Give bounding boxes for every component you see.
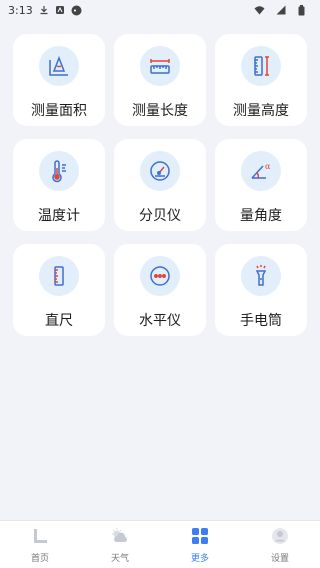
tool-label: 量角度 [240, 208, 282, 224]
ruler-icon [39, 256, 79, 296]
status-bar: 3:13 [0, 0, 320, 20]
weather-icon [110, 526, 130, 546]
decibel-gauge-icon [140, 151, 180, 191]
nav-home[interactable]: 首页 [0, 526, 80, 564]
svg-text:α: α [265, 162, 271, 171]
nav-label: 更多 [190, 553, 209, 564]
tool-label: 温度计 [38, 208, 80, 224]
signal-icon [275, 5, 286, 16]
more-grid-icon [190, 526, 210, 546]
status-time: 3:13 [8, 3, 33, 17]
tool-measure-height[interactable]: 测量高度 [215, 34, 307, 126]
settings-user-icon [270, 526, 290, 546]
app-notification-icon [55, 5, 66, 16]
tool-thermometer[interactable]: 温度计 [13, 139, 105, 231]
nav-settings[interactable]: 设置 [240, 526, 320, 564]
tool-label: 测量长度 [132, 103, 188, 119]
tool-label: 分贝仪 [139, 208, 181, 224]
length-measure-icon [140, 46, 180, 86]
download-icon [39, 5, 50, 16]
tool-ruler[interactable]: 直尺 [13, 244, 105, 336]
home-ruler-icon [30, 526, 50, 546]
tool-measure-length[interactable]: 测量长度 [114, 34, 206, 126]
level-icon [140, 256, 180, 296]
nav-label: 首页 [30, 553, 49, 564]
tool-label: 水平仪 [139, 313, 181, 329]
tool-decibel-meter[interactable]: 分贝仪 [114, 139, 206, 231]
battery-icon [296, 4, 307, 16]
tool-measure-area[interactable]: 测量面积 [13, 34, 105, 126]
tool-label: 测量高度 [233, 103, 289, 119]
nav-weather[interactable]: 天气 [80, 526, 160, 564]
tools-grid: 测量面积 测量长度 测量高度 温度计 分贝仪 α 量角度 直尺 水平仪 手电筒 [13, 34, 307, 336]
tool-flashlight[interactable]: 手电筒 [215, 244, 307, 336]
game-notification-icon [71, 5, 82, 16]
tool-label: 直尺 [45, 313, 73, 329]
thermometer-icon [39, 151, 79, 191]
tool-label: 手电筒 [240, 313, 282, 329]
nav-label: 天气 [110, 553, 129, 564]
tool-angle[interactable]: α 量角度 [215, 139, 307, 231]
flashlight-icon [241, 256, 281, 296]
area-measure-icon [39, 46, 79, 86]
nav-label: 设置 [270, 553, 289, 564]
height-measure-icon [241, 46, 281, 86]
bottom-nav: 首页 天气 更多 设置 [0, 520, 320, 568]
angle-icon: α [241, 151, 281, 191]
wifi-icon [254, 5, 265, 16]
tool-level[interactable]: 水平仪 [114, 244, 206, 336]
tool-label: 测量面积 [31, 103, 87, 119]
nav-more[interactable]: 更多 [160, 526, 240, 564]
